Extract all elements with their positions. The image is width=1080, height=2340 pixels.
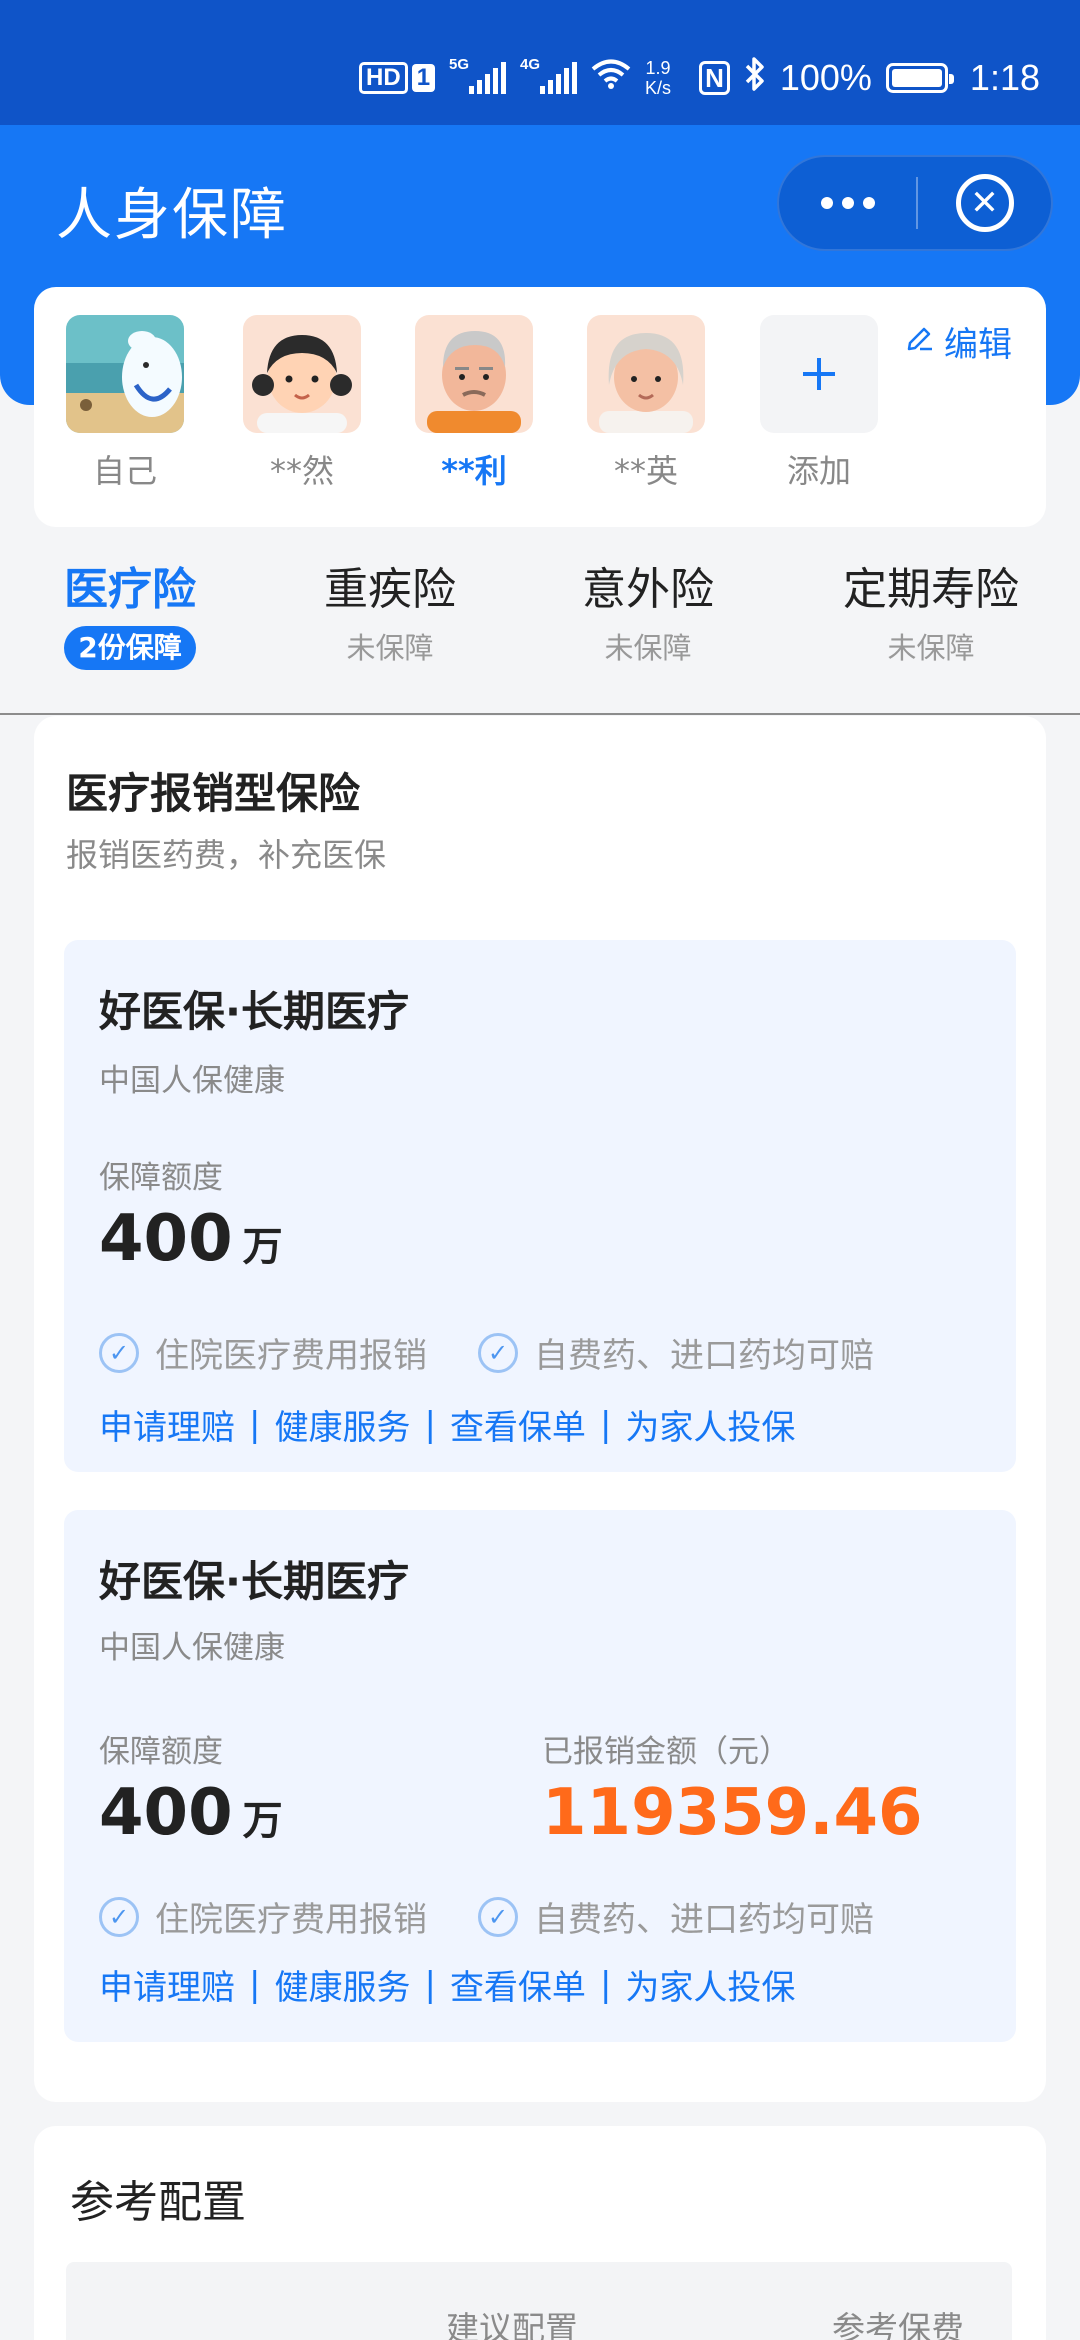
tab-accident[interactable]: 意外险 未保障 [578, 560, 718, 666]
claim-link[interactable]: 申请理赔 [99, 1960, 235, 2009]
member-name: **英 [613, 452, 678, 490]
member-ying[interactable]: **英 [587, 315, 705, 491]
tab-status: 未保障 [604, 631, 692, 665]
clock: 1:18 [969, 57, 1040, 98]
member-name: **然 [269, 452, 334, 490]
link-separator: | [424, 1964, 436, 2005]
insurer-name: 中国人保健康 [99, 1630, 285, 1666]
signal-5g-icon: 5G [449, 56, 507, 94]
policy-links: 申请理赔 | 健康服务 | 查看保单 | 为家人投保 [99, 1960, 795, 2009]
wifi-icon [591, 58, 631, 98]
more-button[interactable] [779, 157, 916, 249]
sim-label: 1 [411, 64, 436, 92]
view-policy-link[interactable]: 查看保单 [450, 1400, 586, 1449]
medical-section-card: 医疗报销型保险 报销医药费，补充医保 好医保·长期医疗 中国人保健康 保障额度 … [34, 716, 1046, 2102]
policy-card[interactable]: 好医保·长期医疗 中国人保健康 保障额度 400 万 ✓ 住院医疗费用报销 ✓ 自… [64, 940, 1016, 1472]
reimbursed-amount: 119359.46 [542, 1776, 923, 1850]
page-title: 人身保障 [56, 183, 288, 248]
more-icon [820, 197, 833, 209]
add-member-label: 添加 [786, 452, 851, 490]
feature-item: ✓ 自费药、进口药均可赔 [478, 1892, 874, 1941]
coverage-label: 保障额度 [99, 1160, 223, 1196]
link-separator: | [424, 1404, 436, 1445]
miniapp-capsule: ✕ [777, 155, 1053, 251]
edit-button[interactable]: 编辑 [904, 317, 1012, 366]
claim-link[interactable]: 申请理赔 [99, 1400, 235, 1449]
policy-name: 好医保·长期医疗 [99, 987, 409, 1036]
net-speed: 1.9 K/s [645, 58, 672, 98]
tab-status: 未保障 [887, 631, 975, 665]
insure-family-link[interactable]: 为家人投保 [625, 1960, 795, 2009]
close-button[interactable]: ✕ [918, 157, 1051, 249]
bluetooth-icon [744, 56, 766, 100]
avatar [415, 315, 533, 433]
avatar [66, 315, 184, 433]
tab-status: 未保障 [346, 631, 434, 665]
link-separator: | [249, 1404, 261, 1445]
check-icon: ✓ [99, 1896, 139, 1937]
coverage-label: 保障额度 [99, 1734, 223, 1770]
reference-table-header: 建议配置 参考保费 [66, 2262, 1012, 2340]
add-member-button[interactable]: 添加 [760, 315, 878, 491]
battery-icon [885, 63, 954, 93]
view-policy-link[interactable]: 查看保单 [450, 1960, 586, 2009]
edit-label: 编辑 [944, 325, 1012, 365]
tabs-divider [0, 713, 1080, 715]
policy-name: 好医保·长期医疗 [99, 1557, 409, 1606]
close-icon: ✕ [955, 174, 1014, 232]
check-icon: ✓ [478, 1332, 518, 1373]
hd-icon: HD [359, 62, 408, 94]
member-name: **利 [441, 452, 507, 490]
feature-item: ✓ 住院医疗费用报销 [99, 1892, 427, 1941]
check-icon: ✓ [99, 1332, 139, 1373]
tab-label: 重疾险 [324, 564, 456, 615]
col-reference-premium: 参考保费 [832, 2309, 964, 2340]
reference-title: 参考配置 [70, 2177, 246, 2228]
signal-4g-icon: 4G [520, 56, 578, 94]
tab-critical-illness[interactable]: 重疾险 未保障 [320, 560, 460, 666]
pencil-icon [904, 321, 936, 362]
status-icons: HD 1 5G 4G 1.9 K/s N 100% 1:18 [359, 52, 1040, 104]
tab-term-life[interactable]: 定期寿险 未保障 [836, 560, 1026, 666]
health-service-link[interactable]: 健康服务 [274, 1400, 410, 1449]
tab-label: 意外险 [582, 564, 714, 615]
insurer-name: 中国人保健康 [99, 1063, 285, 1099]
insurance-tabs: 医疗险 2份保障 重疾险 未保障 意外险 未保障 定期寿险 未保障 [0, 560, 1080, 712]
plus-icon [760, 315, 878, 433]
section-subtitle: 报销医药费，补充医保 [66, 836, 387, 874]
health-service-link[interactable]: 健康服务 [274, 1960, 410, 2009]
policy-links: 申请理赔 | 健康服务 | 查看保单 | 为家人投保 [99, 1400, 795, 1449]
nfc-icon: N [699, 61, 730, 95]
tab-label: 定期寿险 [843, 564, 1019, 615]
feature-item: ✓ 自费药、进口药均可赔 [478, 1328, 874, 1377]
member-name: 自己 [92, 452, 157, 490]
feature-item: ✓ 住院医疗费用报销 [99, 1328, 427, 1377]
avatar [243, 315, 361, 433]
link-separator: | [599, 1404, 612, 1445]
avatar [587, 315, 705, 433]
check-icon: ✓ [478, 1896, 518, 1937]
status-bar: HD 1 5G 4G 1.9 K/s N 100% 1:18 [0, 0, 1080, 125]
member-ran[interactable]: **然 [243, 315, 361, 491]
tab-label: 医疗险 [64, 564, 196, 615]
reference-config-card: 参考配置 建议配置 参考保费 [34, 2126, 1046, 2340]
member-self[interactable]: 自己 [66, 315, 184, 491]
reimbursed-label: 已报销金额（元） [542, 1734, 790, 1770]
coverage-amount: 400 万 [99, 1202, 283, 1276]
battery-percent: 100% [779, 57, 872, 98]
link-separator: | [249, 1964, 261, 2005]
tab-medical[interactable]: 医疗险 2份保障 [60, 560, 200, 670]
member-li[interactable]: **利 [415, 315, 533, 491]
col-suggested-config: 建议配置 [446, 2309, 578, 2340]
family-card: 自己 **然 **利 **英 添加 编辑 [34, 287, 1046, 527]
insure-family-link[interactable]: 为家人投保 [625, 1400, 795, 1449]
coverage-amount: 400 万 [99, 1776, 283, 1850]
section-title: 医疗报销型保险 [66, 769, 361, 818]
link-separator: | [599, 1964, 612, 2005]
policy-card[interactable]: 好医保·长期医疗 中国人保健康 保障额度 400 万 已报销金额（元） 11935… [64, 1510, 1016, 2042]
coverage-count-badge: 2份保障 [64, 626, 196, 670]
